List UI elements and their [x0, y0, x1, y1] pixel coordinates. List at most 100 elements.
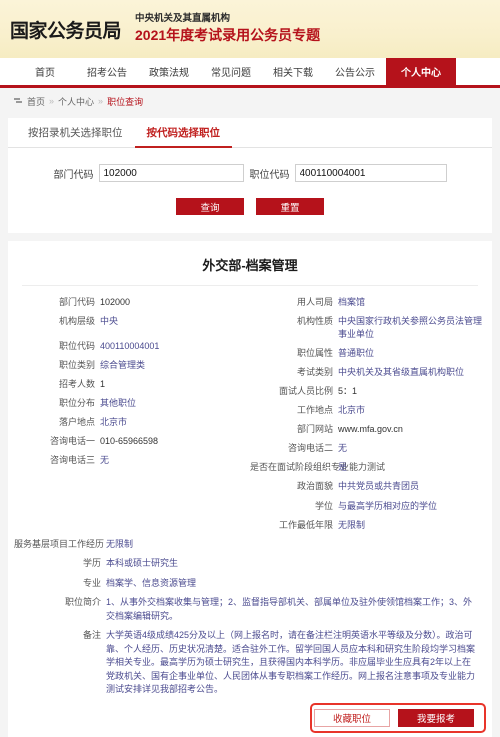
detail-right-row: 工作最低年限 无限制 — [250, 519, 486, 532]
detail-right-value: 中共党员或共青团员 — [338, 481, 420, 492]
query-button[interactable]: 查询 — [176, 198, 244, 215]
detail-right-row: 机构性质 中央国家行政机关参照公务员法管理事业单位 — [250, 315, 486, 341]
job-code-input[interactable] — [294, 164, 447, 182]
search-card: 按招录机关选择职位 按代码选择职位 部门代码 职位代码 查询 重置 — [8, 118, 492, 233]
detail-right-row: 政治面貌 中共党员或共青团员 — [250, 480, 486, 493]
detail-right-label: 用人司局 — [296, 297, 333, 307]
site-brand: 国家公务员局 — [10, 20, 122, 42]
job-detail-grid: 部门代码 102000 机构层级 中央 职位代码 400110004001 职位类别 综合管理… — [8, 286, 492, 538]
detail-left-value: 102000 — [100, 297, 131, 307]
section-divider — [0, 233, 500, 241]
banner-title: 2021年度考试录用公务员专题 — [135, 27, 321, 44]
detail-right-value: 5：1 — [338, 386, 358, 397]
detail-left-label: 落户地点 — [58, 417, 95, 428]
detail-full-value: 本科或硕士研究生 — [106, 558, 179, 569]
job-detail-left-column: 部门代码 102000 机构层级 中央 职位代码 400110004001 职位类别 综合管理… — [14, 296, 250, 538]
detail-right-label: 考试类别 — [296, 367, 333, 378]
detail-full-value: 无限制 — [106, 538, 134, 549]
job-detail: 外交部-档案管理 部门代码 102000 机构层级 中央 职位代码 40011000400… — [8, 241, 492, 737]
detail-left-label: 部门代码 — [58, 297, 95, 307]
breadcrumb: 首页 » 个人中心 » 职位查询 — [14, 95, 143, 108]
detail-right-label: 学位 — [314, 500, 333, 511]
tab-select-by-agency[interactable]: 按招录机关选择职位 — [16, 118, 135, 148]
detail-left-value: 北京市 — [100, 417, 128, 428]
detail-full-value: 大学英语4级成绩425分及以上（网上报名时，请在备注栏注明英语水平等级及分数）。… — [106, 630, 476, 695]
detail-left-row: 落户地点 北京市 — [14, 416, 250, 429]
nav-item-1[interactable]: 招考公告 — [76, 58, 138, 85]
nav-item-5[interactable]: 公告公示 — [324, 58, 386, 85]
nav-item-4[interactable]: 相关下载 — [262, 58, 324, 85]
detail-left-label: 职位代码 — [58, 341, 95, 352]
detail-right-row: 面试人员比例 5：1 — [250, 385, 486, 398]
nav-item-0[interactable]: 首页 — [14, 58, 76, 85]
breadcrumb-item-current: 职位查询 — [107, 96, 144, 107]
dept-code-label: 部门代码 — [53, 169, 94, 181]
detail-right-label: 政治面貌 — [296, 481, 333, 492]
detail-right-label: 部门网站 — [296, 424, 333, 435]
dept-code-field: 部门代码 — [54, 164, 244, 182]
detail-left-row: 职位类别 综合管理类 — [14, 359, 250, 372]
nav-item-6[interactable]: 个人中心 — [386, 58, 456, 85]
detail-full-row: 学历 本科或硕士研究生 — [8, 557, 492, 571]
detail-full-label: 备注 — [82, 630, 101, 641]
detail-right-value: 中央国家行政机关参照公务员法管理事业单位 — [338, 316, 483, 340]
detail-right-label: 咨询电话二 — [287, 443, 333, 454]
detail-left-value: 1 — [100, 379, 106, 390]
detail-left-label: 职位类别 — [58, 360, 95, 371]
detail-full-value: 档案学、信息资源管理 — [106, 577, 197, 588]
detail-right-value: 北京市 — [338, 405, 366, 416]
detail-full-row: 备注 大学英语4级成绩425分及以上（网上报名时，请在备注栏注明英语水平等级及分数… — [8, 629, 492, 697]
nav-item-2[interactable]: 政策法规 — [138, 58, 200, 85]
detail-right-value: 档案馆 — [338, 297, 366, 307]
detail-right-row: 是否在面试阶段组织专业能力测试是 — [250, 461, 486, 474]
breadcrumb-item-home[interactable]: 首页 — [27, 95, 45, 108]
detail-right-row: 学位 与最高学历相对应的学位 — [250, 500, 486, 513]
detail-right-value: www.mfa.gov.cn — [338, 424, 403, 435]
favorite-job-button[interactable]: 收藏职位 — [314, 708, 390, 727]
detail-right-value: 普通职位 — [338, 348, 375, 359]
detail-full-label: 学历 — [82, 558, 101, 569]
detail-right-value: 无 — [338, 443, 348, 454]
breadcrumb-bar: 首页 » 个人中心 » 职位查询 — [0, 88, 500, 114]
apply-job-button[interactable]: 我要报考 — [398, 708, 474, 727]
main-navigation: 首页 招考公告 政策法规 常见问题 相关下载 公告公示 个人中心 — [0, 58, 500, 88]
detail-left-value: 无 — [100, 455, 110, 466]
detail-right-row: 部门网站 www.mfa.gov.cn — [250, 423, 486, 436]
job-detail-card: 外交部-档案管理 部门代码 102000 机构层级 中央 职位代码 40011000400… — [8, 241, 492, 737]
detail-right-label: 工作地点 — [296, 405, 333, 416]
detail-left-label: 咨询电话三 — [49, 455, 95, 466]
job-detail-full-rows: 服务基层项目工作经历 无限制 学历 本科或硕士研究生 专业 档案学、信息资源管理 职位简介 1… — [8, 538, 492, 697]
tab-select-by-code[interactable]: 按代码选择职位 — [134, 118, 232, 148]
detail-right-value: 与最高学历相对应的学位 — [338, 500, 438, 511]
nav-item-3[interactable]: 常见问题 — [200, 58, 262, 85]
detail-left-value: 010-65966598 — [100, 436, 159, 447]
breadcrumb-item-personal-center[interactable]: 个人中心 — [58, 95, 94, 108]
search-button-row: 查询 重置 — [8, 198, 492, 233]
detail-left-label: 招考人数 — [58, 379, 95, 390]
detail-right-row: 工作地点 北京市 — [250, 404, 486, 417]
detail-full-label: 职位简介 — [64, 597, 101, 608]
job-code-field: 职位代码 — [250, 164, 447, 182]
dept-code-input[interactable] — [98, 164, 244, 182]
detail-right-label: 面试人员比例 — [278, 386, 333, 397]
detail-full-row: 职位简介 1、从事外交档案收集与管理；2、监督指导部机关、部属单位及驻外使领馆档案… — [8, 596, 492, 623]
detail-left-row: 机构层级 中央 — [14, 315, 250, 328]
detail-right-label: 是否在面试阶段组织专业能力测试 — [250, 462, 386, 473]
detail-full-row: 专业 档案学、信息资源管理 — [8, 577, 492, 591]
detail-left-row: 招考人数 1 — [14, 378, 250, 391]
reset-button[interactable]: 重置 — [256, 198, 324, 215]
detail-full-row: 服务基层项目工作经历 无限制 — [8, 538, 492, 552]
detail-right-value: 是 — [338, 462, 348, 473]
tab-bar: 按招录机关选择职位 按代码选择职位 — [8, 118, 492, 148]
job-code-label: 职位代码 — [249, 169, 290, 181]
detail-left-row: 部门代码 102000 — [14, 296, 250, 309]
detail-left-row: 咨询电话三无 — [14, 454, 250, 467]
breadcrumb-separator: » — [49, 96, 55, 106]
search-form: 部门代码 职位代码 — [8, 164, 492, 182]
site-banner: 国家公务员局 中央机关及其直属机构 2021年度考试录用公务员专题 — [0, 0, 500, 58]
home-icon — [14, 97, 23, 105]
job-action-bar: 收藏职位 我要报考 — [8, 702, 492, 737]
detail-left-row: 职位分布 其他职位 — [14, 397, 250, 410]
detail-left-row: 咨询电话一 010-65966598 — [14, 435, 250, 448]
detail-left-value: 其他职位 — [100, 398, 137, 409]
